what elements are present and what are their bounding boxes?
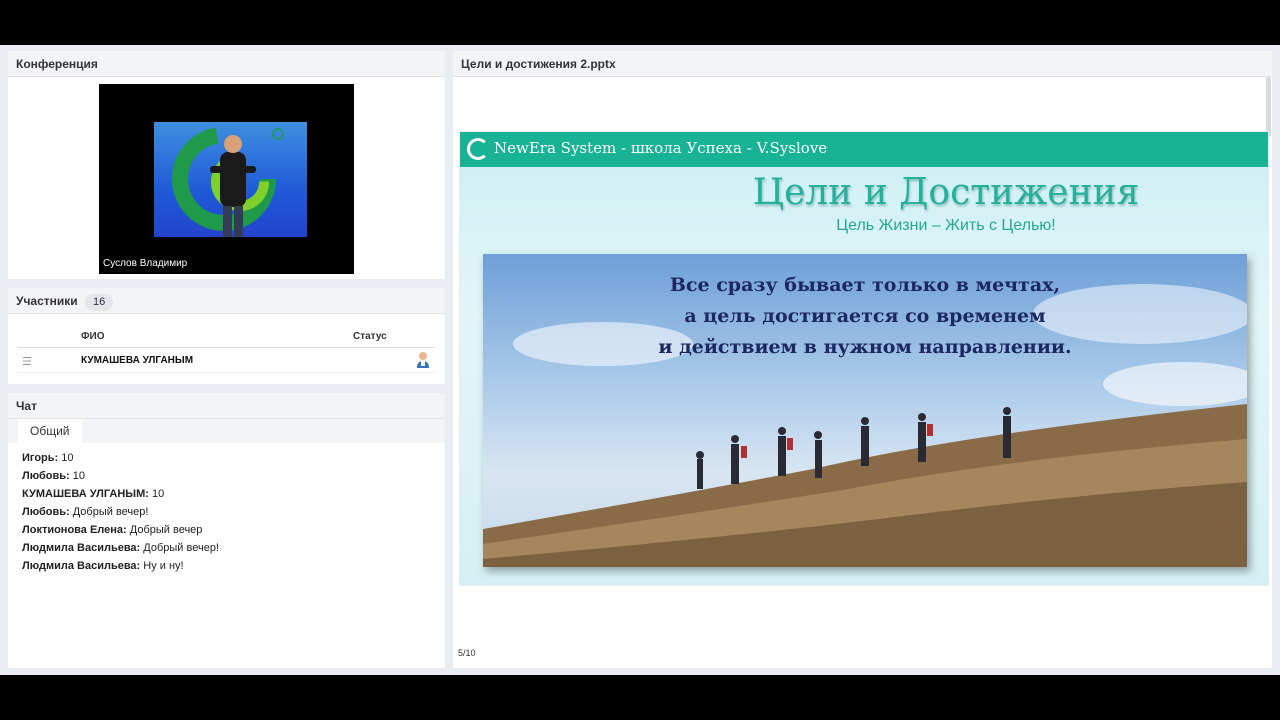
message-author: Любовь: — [22, 506, 70, 518]
chat-tabs: Общий — [8, 419, 445, 443]
newera-logo-icon — [467, 138, 489, 160]
message-text: Добрый вечер! — [143, 542, 219, 554]
message-author: КУМАШЕВА УЛГАНЫМ: — [22, 488, 149, 500]
quote-line: а цель достигается со временем — [684, 305, 1046, 327]
app: Конференция Суслов Владимир Участники 16… — [0, 45, 1280, 675]
quote-line: Все сразу бывает только в мечтах, — [669, 274, 1061, 296]
message-text: Добрый вечер! — [72, 506, 149, 518]
message-author: Людмила Васильева: — [22, 560, 141, 572]
chat-message: КУМАШЕВА УЛГАНЫМ: 10 — [22, 487, 219, 505]
scrollbar[interactable] — [1265, 77, 1272, 137]
page-indicator: 5/10 — [458, 648, 476, 658]
video-frame — [154, 122, 307, 237]
presentation-title: Цели и достижения 2.pptx — [453, 51, 1272, 77]
chat-message: Игорь: 10 — [22, 451, 219, 469]
message-text: Ну и ну! — [143, 560, 184, 572]
chat-message: Любовь: Добрый вечер! — [22, 505, 219, 523]
participants-header: Участники 16 — [8, 288, 445, 314]
participant-name: КУМАШЕВА УЛГАНЫМ — [81, 355, 194, 366]
tab-general[interactable]: Общий — [18, 419, 82, 443]
message-text: 10 — [72, 470, 85, 482]
chat-panel: Чат Общий Игорь: 10 Любовь: 10 КУМАШЕВА … — [8, 393, 445, 668]
conference-title: Конференция — [8, 51, 445, 77]
speaker-video[interactable]: Суслов Владимир — [99, 84, 354, 274]
slide: NewEra System - школа Успеха - V.Syslove… — [459, 131, 1269, 586]
chat-message: Людмила Васильева: Ну и ну! — [22, 559, 219, 577]
chat-message: Любовь: 10 — [22, 469, 219, 487]
slide-photo: Все сразу бывает только в мечтах, а цель… — [483, 254, 1247, 567]
quote-line: и действием в нужном направлении. — [658, 336, 1072, 358]
message-text: 10 — [151, 488, 165, 500]
slide-bar-text: NewEra System - школа Успеха - V.Syslove — [494, 139, 828, 157]
chat-message: Локтионова Елена: Добрый вечер — [22, 523, 219, 541]
menu-icon[interactable]: ☰ — [22, 355, 32, 368]
column-header-name[interactable]: ФИО — [81, 331, 105, 342]
message-author: Любовь: — [22, 470, 70, 482]
column-header-status[interactable]: Статус — [353, 331, 387, 342]
participants-count-badge: 16 — [85, 294, 114, 311]
participants-title: Участники — [16, 294, 78, 308]
presentation-panel: Цели и достижения 2.pptx NewEra System -… — [453, 51, 1272, 668]
video-logo-image — [172, 127, 284, 237]
participants-table-header: ФИО Статус — [18, 326, 435, 348]
message-author: Локтионова Елена: — [22, 524, 127, 536]
participants-panel: Участники 16 ФИО Статус ☰ КУМАШЕВА УЛГАН… — [8, 288, 445, 384]
chat-title: Чат — [8, 393, 445, 419]
user-icon — [415, 351, 431, 369]
message-text: 10 — [61, 452, 74, 464]
slide-header-bar: NewEra System - школа Успеха - V.Syslove — [460, 132, 1268, 167]
speaker-name: Суслов Владимир — [103, 258, 188, 269]
conference-panel: Конференция Суслов Владимир — [8, 51, 445, 279]
slide-subheading: Цель Жизни – Жить с Целью! — [836, 217, 1056, 234]
table-row[interactable]: ☰ КУМАШЕВА УЛГАНЫМ — [18, 349, 435, 373]
slide-heading: Цели и Достижения — [752, 172, 1140, 213]
chat-message: Людмила Васильева: Добрый вечер! — [22, 541, 219, 559]
chat-messages: Игорь: 10 Любовь: 10 КУМАШЕВА УЛГАНЫМ: 1… — [22, 451, 219, 577]
message-author: Людмила Васильева: — [22, 542, 141, 554]
message-text: Добрый вечер — [129, 524, 203, 536]
slide-quote: Все сразу бывает только в мечтах, а цель… — [483, 270, 1247, 363]
message-author: Игорь: — [22, 452, 59, 464]
